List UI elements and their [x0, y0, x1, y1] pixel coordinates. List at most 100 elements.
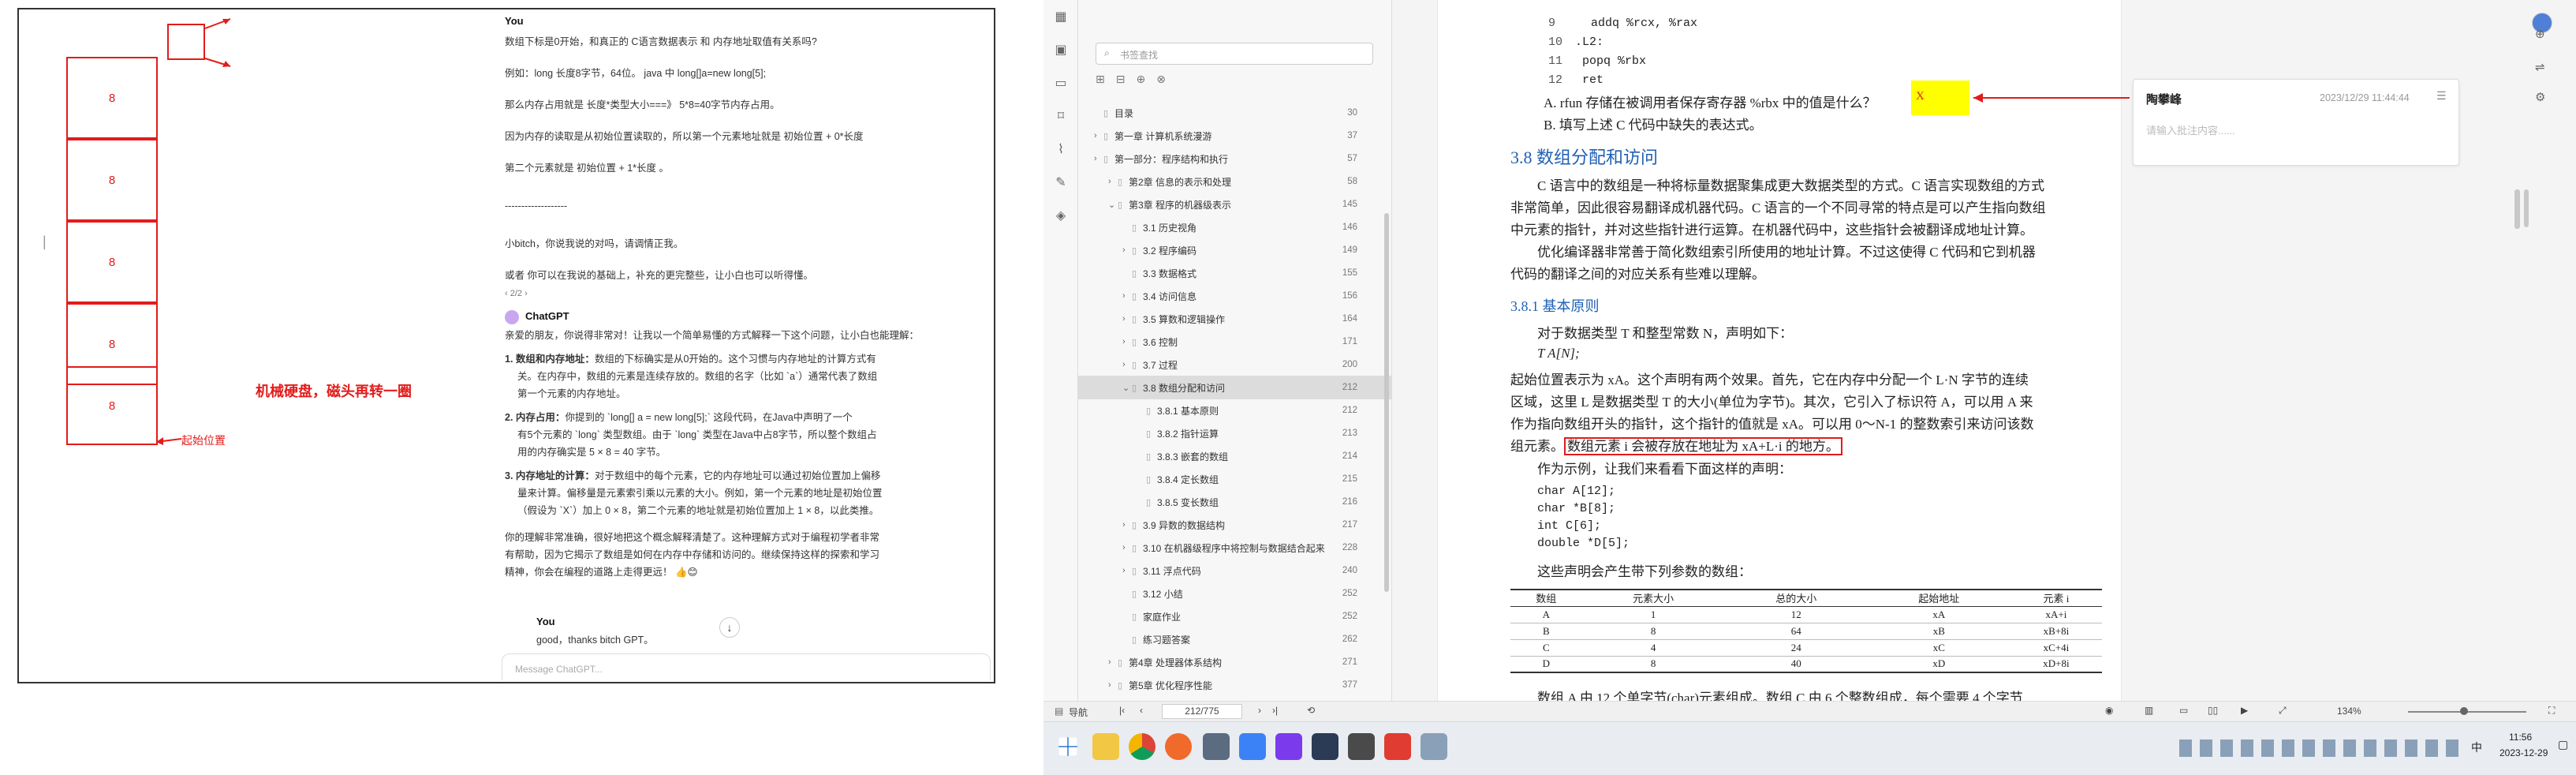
delete-bookmark-icon[interactable]: ⊗: [1156, 73, 1177, 85]
expand-arrow-icon[interactable]: ›: [1122, 543, 1126, 552]
bookmark-item[interactable]: ⌄ ▯ 3.8 数组分配和访问 212: [1078, 376, 1392, 399]
bookmark-item[interactable]: ▯ 3.12 小结 252: [1078, 582, 1392, 605]
zoom-in-icon[interactable]: ⊕: [2535, 27, 2545, 41]
pager[interactable]: ‹ 2/2 ›: [505, 286, 994, 301]
prev-page-icon[interactable]: ‹: [1140, 705, 1143, 716]
double-page-icon[interactable]: ▯▯: [2208, 705, 2218, 716]
adjust-icon[interactable]: ⇌: [2535, 60, 2545, 74]
clock-time[interactable]: 11:56: [2509, 732, 2532, 743]
comment-icon[interactable]: ▭: [1043, 66, 1078, 99]
bookmark-item[interactable]: ▯ 3.8.4 定长数组 215: [1078, 467, 1392, 491]
ime-indicator[interactable]: 中: [2471, 739, 2482, 755]
expand-arrow-icon[interactable]: ›: [1122, 360, 1126, 369]
bookmark-item[interactable]: › ▯ 第一部分：程序结构和执行 57: [1078, 147, 1392, 170]
message-input[interactable]: Message ChatGPT...: [502, 653, 991, 680]
expand-arrow-icon[interactable]: ›: [1122, 337, 1126, 346]
attach-icon[interactable]: ⌇: [1043, 133, 1078, 166]
fit-icon[interactable]: ⤢: [2279, 705, 2287, 717]
expand-icon[interactable]: ⊞: [1096, 73, 1116, 85]
bookmark-item[interactable]: › ▯ 3.11 浮点代码 240: [1078, 559, 1392, 582]
bookmark-item[interactable]: ▯ 练习题答案 262: [1078, 627, 1392, 651]
expand-arrow-icon[interactable]: ⌄: [1122, 383, 1129, 393]
rotate-icon[interactable]: ⟲: [1307, 705, 1315, 716]
bookmark-item[interactable]: › ▯ 3.4 访问信息 156: [1078, 284, 1392, 308]
bookmark-item[interactable]: › ▯ 3.9 异数的数据结构 217: [1078, 513, 1392, 537]
toc-scrollbar[interactable]: [1384, 213, 1389, 592]
app-orange-icon[interactable]: [1165, 733, 1192, 760]
highlight-answer[interactable]: X: [1911, 80, 1969, 115]
bookmark-item[interactable]: › ▯ 第5章 优化程序性能 377: [1078, 673, 1392, 697]
comment-menu-icon[interactable]: ☰: [2436, 89, 2447, 103]
file-explorer-icon[interactable]: [1092, 733, 1119, 760]
bookmark-item[interactable]: › ▯ 第一章 计算机系统漫游 37: [1078, 124, 1392, 148]
fullscreen-icon[interactable]: ⛶: [2548, 705, 2555, 717]
boxed-sentence[interactable]: 数组元素 i 会被存放在地址为 xA+L·i 的地方。: [1564, 437, 1842, 455]
page-field[interactable]: 212/775: [1162, 704, 1242, 719]
expand-arrow-icon[interactable]: ⌄: [1108, 200, 1115, 210]
bookmark-item[interactable]: › ▯ 3.7 过程 200: [1078, 353, 1392, 376]
bookmark-item[interactable]: › ▯ 第4章 处理器体系结构 271: [1078, 650, 1392, 674]
image-icon[interactable]: ▣: [1043, 33, 1078, 66]
windows-start-icon[interactable]: [1058, 737, 1077, 756]
bookmark-item[interactable]: › ▯ 3.6 控制 171: [1078, 330, 1392, 354]
expand-arrow-icon[interactable]: ›: [1094, 131, 1097, 140]
expand-arrow-icon[interactable]: ›: [1122, 291, 1126, 301]
bookmark-item[interactable]: ▯ 目录 30: [1078, 101, 1392, 125]
chrome-icon[interactable]: [1129, 733, 1155, 760]
nav-icon[interactable]: ▤: [1055, 706, 1063, 717]
expand-arrow-icon[interactable]: ›: [1108, 657, 1111, 667]
app-purple-icon[interactable]: [1275, 733, 1302, 760]
scroll-down-button[interactable]: ↓: [719, 617, 740, 638]
add-bookmark-icon[interactable]: ⊕: [1136, 73, 1156, 85]
bookmark-item[interactable]: ▯ 3.8.5 变长数组 216: [1078, 490, 1392, 514]
app-dark-icon[interactable]: [1312, 733, 1338, 760]
bookmark-item[interactable]: ▯ 3.3 数据格式 155: [1078, 261, 1392, 285]
wps-icon[interactable]: [1384, 733, 1411, 760]
bookmark-item[interactable]: › ▯ 第2章 信息的表示和处理 58: [1078, 170, 1392, 193]
collapse-icon[interactable]: ⊟: [1116, 73, 1137, 85]
expand-arrow-icon[interactable]: ›: [1122, 520, 1126, 530]
zoom-knob[interactable]: [2460, 707, 2468, 715]
bookmark-search[interactable]: ⌕ 书签查找: [1096, 43, 1373, 65]
expand-arrow-icon[interactable]: ›: [1122, 566, 1126, 575]
check-app-icon[interactable]: [1348, 733, 1375, 760]
single-page-icon[interactable]: ▭: [2179, 705, 2188, 716]
calculator-icon[interactable]: [1203, 733, 1230, 760]
bookmark-item[interactable]: ▯ 3.8.3 嵌套的数组 214: [1078, 444, 1392, 468]
comment-input[interactable]: 请输入批注内容......: [2146, 122, 2235, 137]
expand-arrow-icon[interactable]: ›: [1122, 245, 1126, 255]
tools-icon[interactable]: ⚙: [2535, 90, 2545, 104]
app-blue-icon[interactable]: [1239, 733, 1266, 760]
bookmark-label: 第一部分：程序结构和执行: [1114, 153, 1229, 165]
notification-icon[interactable]: ▢: [2558, 738, 2568, 751]
expand-arrow-icon[interactable]: ›: [1108, 680, 1111, 690]
bookmark-item[interactable]: ⌄ ▯ 第3章 程序的机器级表示 145: [1078, 193, 1392, 216]
right-scrollbar[interactable]: [2524, 189, 2529, 227]
expand-arrow-icon[interactable]: ›: [1108, 177, 1111, 186]
bookmark-item[interactable]: › ▯ 3.5 算数和逻辑操作 164: [1078, 307, 1392, 331]
zoom-level[interactable]: 134%: [2337, 706, 2361, 717]
bookmark-item[interactable]: ▯ 家庭作业 252: [1078, 605, 1392, 628]
thumbnail-icon[interactable]: ▦: [1043, 0, 1078, 33]
nav-label[interactable]: 导航: [1069, 706, 1088, 719]
signature-icon[interactable]: ✎: [1043, 166, 1078, 199]
first-page-icon[interactable]: |‹: [1119, 705, 1125, 716]
app-tool-icon[interactable]: [1421, 733, 1447, 760]
expand-arrow-icon[interactable]: ›: [1122, 314, 1126, 324]
next-page-icon[interactable]: ›: [1258, 705, 1261, 716]
play-icon[interactable]: ▶: [2241, 705, 2248, 716]
bookmark-item[interactable]: ▯ 3.8.1 基本原则 212: [1078, 399, 1392, 422]
read-mode-icon[interactable]: ▥: [2145, 705, 2153, 716]
bookmark-item[interactable]: ▯ 3.8.2 指针运算 213: [1078, 421, 1392, 445]
clock-date[interactable]: 2023-12-29: [2499, 747, 2548, 758]
comment-card[interactable]: 陶攀峰 2023/12/29 11:44:44 ☰ 请输入批注内容......: [2133, 79, 2459, 166]
bookmark-item[interactable]: › ▯ 3.10 在机器级程序中将控制与数据结合起来 228: [1078, 536, 1392, 560]
layers-icon[interactable]: ◈: [1043, 199, 1078, 232]
doc-scrollbar[interactable]: [2514, 189, 2520, 229]
bookmark-icon[interactable]: ⌑: [1043, 99, 1078, 133]
last-page-icon[interactable]: ›|: [1272, 705, 1278, 716]
expand-arrow-icon[interactable]: ›: [1094, 154, 1097, 163]
bookmark-item[interactable]: ▯ 3.1 历史视角 146: [1078, 215, 1392, 239]
view-icon[interactable]: ◉: [2105, 705, 2113, 716]
bookmark-item[interactable]: › ▯ 3.2 程序编码 149: [1078, 238, 1392, 262]
